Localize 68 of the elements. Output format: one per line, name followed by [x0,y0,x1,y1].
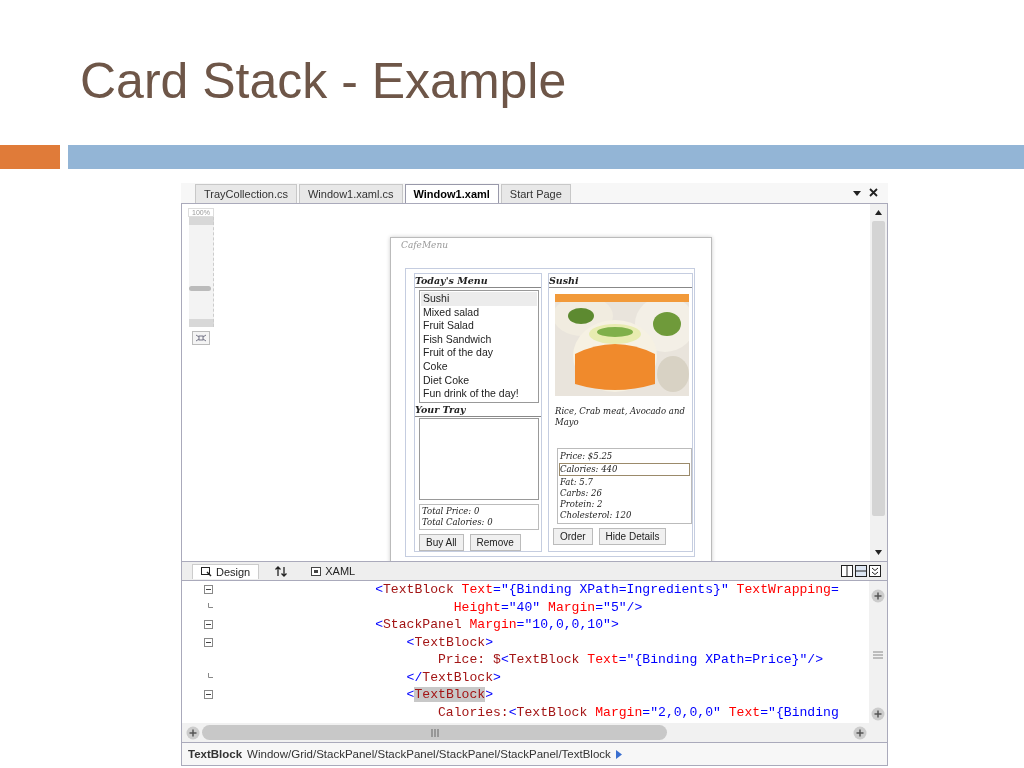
tray-heading: Your Tray [415,402,541,417]
nutrition-text: Calories: 440 [559,463,690,476]
plus-icon[interactable] [186,725,200,740]
menu-item[interactable]: Fun drink of the day! [421,387,537,401]
nutrition-text: Price: $5.25 [560,451,614,462]
total-text: Total Price: 0 [422,505,481,517]
detail-heading: Sushi [549,274,692,288]
scroll-thumb[interactable] [202,725,667,740]
slide-title: Card Stack - Example [80,52,567,111]
menu-item[interactable]: Diet Coke [421,373,537,388]
plus-icon[interactable] [871,589,885,603]
scroll-thumb[interactable] [872,221,885,516]
menu-item[interactable]: Sushi [421,292,537,306]
zoom-slider[interactable] [188,217,214,327]
selected-element: TextBlock [188,748,243,760]
preview-button[interactable]: Order [553,528,593,545]
swap-icon [275,565,288,577]
zoom-thumb[interactable] [188,285,211,291]
menu-item[interactable]: Fruit of the day [421,346,537,360]
nutrition-text: Fat: 5.7 [560,477,594,488]
collapse-icon[interactable] [204,690,213,700]
total-text: Total Calories: 0 [422,516,494,528]
code-line: </TextBlock> [405,668,502,686]
grip-icon[interactable] [872,651,884,659]
window-title: CafeMenu [400,239,450,252]
scroll-down-icon[interactable] [875,550,882,555]
preview-button[interactable]: Hide Details [598,528,667,545]
menu-item[interactable]: Fruit Salad [421,319,537,333]
code-line: Price: $<TextBlock Text="{Binding XPath=Price}"/> [437,651,825,669]
design-icon [201,566,212,577]
menu-item[interactable]: Coke [421,359,537,374]
scroll-up-icon[interactable] [875,210,882,215]
view-tab[interactable]: Design [192,563,260,579]
grip-icon [430,728,439,737]
collapse-icon[interactable] [204,585,213,595]
menu-item[interactable]: Fish Sandwich [421,332,537,347]
nutrition-text: Cholesterol: 120 [560,510,633,521]
document-tab[interactable]: TrayCollection.cs [195,184,297,203]
code-line: Calories:<TextBlock Margin="2,0,0,0" Text="{Binding [437,703,840,721]
collapse-icon[interactable] [204,637,213,647]
plus-icon[interactable] [853,725,867,740]
accent-bar [0,145,60,169]
nutrition-text: Carbs: 26 [560,488,603,499]
collapse-icon[interactable] [204,620,213,630]
element-path[interactable]: Window/Grid/StackPanel/StackPanel/StackPanel/StackPanel/TextBlock [247,748,611,760]
menu-item[interactable]: Mixed salad [421,305,537,320]
fit-icon[interactable] [192,331,210,345]
arrow-right-icon[interactable] [615,749,622,759]
plus-icon[interactable] [871,707,885,721]
close-icon[interactable] [869,188,878,197]
document-tab[interactable]: Start Page [500,184,571,203]
view-tab[interactable]: XAML [303,564,364,578]
preview-button[interactable]: Remove [469,533,521,551]
code-line: <TextBlock> [405,633,495,651]
document-tab[interactable]: Window1.xaml [404,184,499,203]
document-tab[interactable]: Window1.xaml.cs [298,184,403,203]
preview-button[interactable]: Buy All [419,533,464,551]
vertical-scrollbar[interactable] [870,204,887,561]
split-buttons-icon[interactable] [841,565,883,577]
code-line: <TextBlock Text="{Binding XPath=Ingredients}" TextWrapping= [374,581,840,599]
menu-heading: Today's Menu [415,274,541,288]
dropdown-icon[interactable] [853,191,861,197]
nutrition-text: Protein: 2 [560,499,604,510]
ingredients-text: Rice, Crab meat, Avocado and Mayo [555,406,686,429]
code-line: Height="40" Margin="5"/> [452,598,644,616]
code-line: <TextBlock> [405,686,495,704]
code-line: <StackPanel Margin="10,0,0,10"> [374,616,620,634]
xaml-icon [311,566,322,576]
